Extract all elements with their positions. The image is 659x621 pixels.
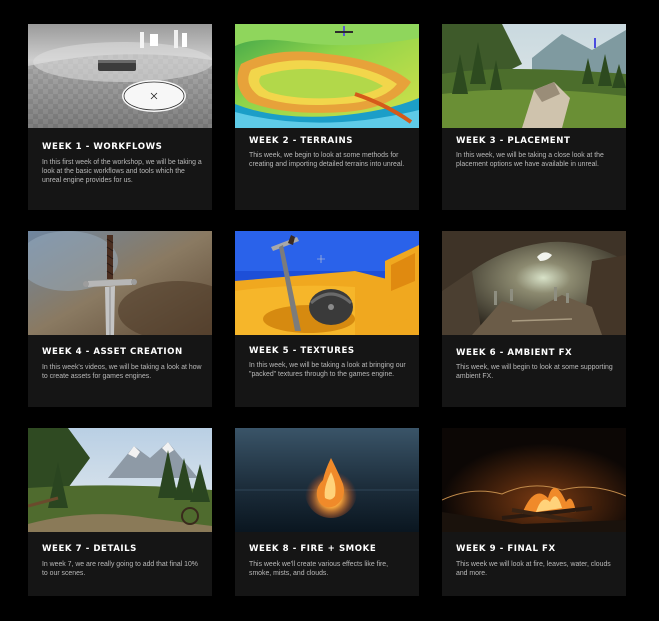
card-title: WEEK 1 - WORKFLOWS xyxy=(42,142,163,152)
week-card-9[interactable]: WEEK 9 - FINAL FX This week we will look… xyxy=(442,428,626,596)
card-title: WEEK 7 - DETAILS xyxy=(42,544,137,554)
sword-thumbnail xyxy=(28,231,212,335)
terrain-heightmap-thumbnail xyxy=(235,24,419,128)
card-description: In week 7, we are really going to add th… xyxy=(42,561,198,578)
week-card-7[interactable]: WEEK 7 - DETAILS In week 7, we are reall… xyxy=(28,428,212,596)
card-title: WEEK 9 - FINAL FX xyxy=(456,544,556,554)
forest-valley-thumbnail xyxy=(442,24,626,128)
card-title: WEEK 3 - PLACEMENT xyxy=(456,136,571,146)
week-card-8[interactable]: WEEK 8 - FIRE + SMOKE This week we'll cr… xyxy=(235,428,419,596)
cave-thumbnail xyxy=(442,231,626,335)
week-card-4[interactable]: WEEK 4 - ASSET CREATION In this week's v… xyxy=(28,231,212,407)
week-card-5[interactable]: WEEK 5 - TEXTURES In this week, we will … xyxy=(235,231,419,407)
card-title: WEEK 6 - AMBIENT FX xyxy=(456,348,573,358)
editor-viewport-thumbnail xyxy=(28,24,212,128)
card-description: In this first week of the workshop, we w… xyxy=(42,159,202,185)
card-title: WEEK 2 - TERRAINS xyxy=(249,136,353,146)
mountain-forest-thumbnail xyxy=(28,428,212,532)
card-description: In this week, we will be taking a close … xyxy=(456,152,604,169)
week-card-3[interactable]: WEEK 3 - PLACEMENT In this week, we will… xyxy=(442,24,626,210)
workshop-weeks-grid: WEEK 1 - WORKFLOWS In this first week of… xyxy=(0,0,659,621)
week-card-6[interactable]: WEEK 6 - AMBIENT FX This week, we will b… xyxy=(442,231,626,407)
sword-and-helmet-thumbnail xyxy=(235,231,419,335)
card-description: In this week's videos, we will be taking… xyxy=(42,364,202,381)
week-card-1[interactable]: WEEK 1 - WORKFLOWS In this first week of… xyxy=(28,24,212,210)
card-description: This week we'll create various effects l… xyxy=(249,561,389,578)
card-title: WEEK 8 - FIRE + SMOKE xyxy=(249,544,377,554)
card-description: This week, we begin to look at some meth… xyxy=(249,152,405,169)
campfire-thumbnail xyxy=(442,428,626,532)
fire-smoke-thumbnail xyxy=(235,428,419,532)
week-card-2[interactable]: WEEK 2 - TERRAINS This week, we begin to… xyxy=(235,24,419,210)
card-description: This week we will look at fire, leaves, … xyxy=(456,561,611,578)
card-description: This week, we will begin to look at some… xyxy=(456,364,613,381)
card-description: In this week, we will be taking a look a… xyxy=(249,362,406,379)
card-title: WEEK 4 - ASSET CREATION xyxy=(42,347,183,357)
card-title: WEEK 5 - TEXTURES xyxy=(249,346,355,356)
